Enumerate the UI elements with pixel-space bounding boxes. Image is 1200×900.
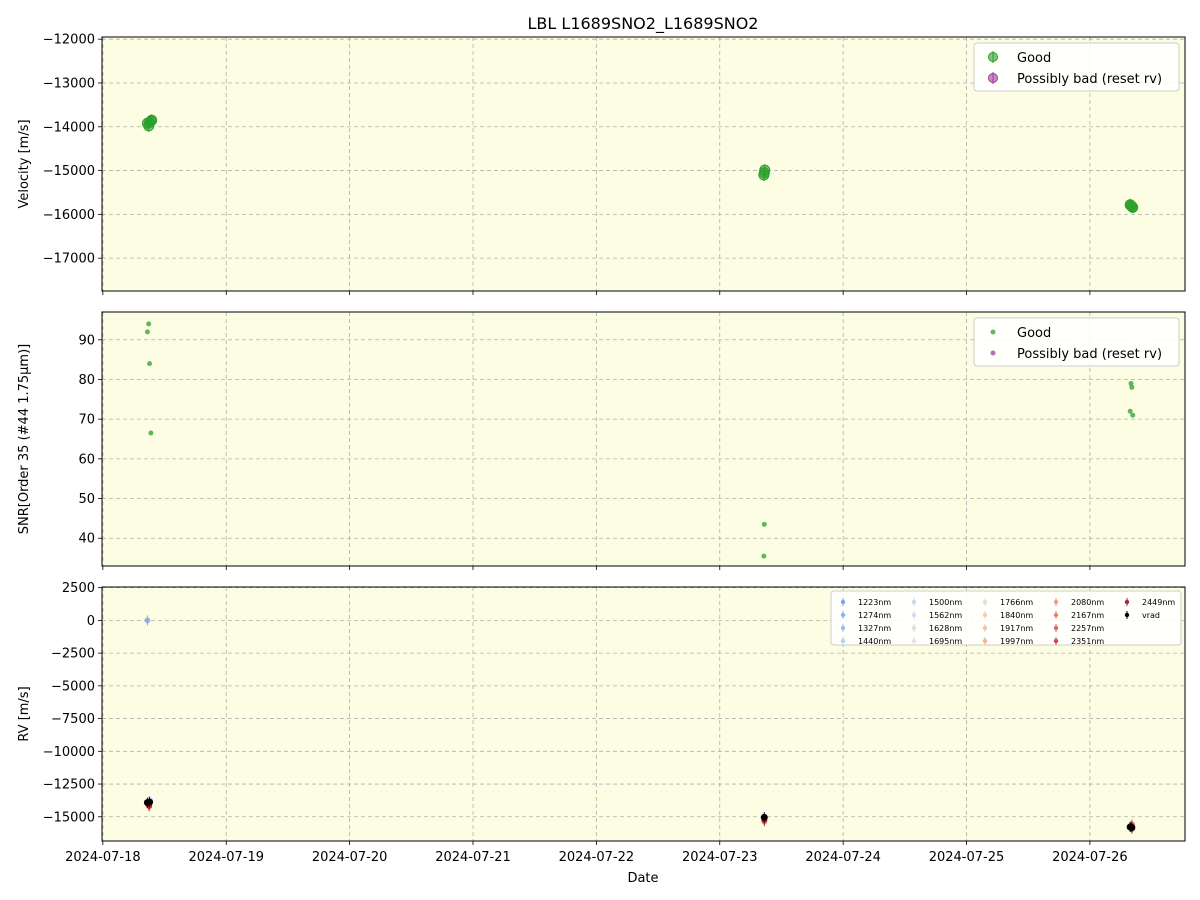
legend-marker	[840, 638, 846, 644]
data-point	[1128, 824, 1136, 832]
y-tick-label: 80	[78, 373, 95, 388]
legend-label: Possibly bad (reset rv)	[1017, 347, 1162, 362]
y-tick-label: −13000	[43, 76, 95, 91]
legend-label: Good	[1017, 326, 1051, 341]
y-tick-label: −12000	[43, 33, 95, 48]
legend-marker	[990, 329, 996, 335]
snr-panel: 40 50 60 70 80 90 SNR[Order 35 (#44 1.75μm)] Go…	[17, 311, 1186, 570]
legend-label: 2351nm	[1071, 637, 1104, 646]
data-point	[1130, 412, 1136, 418]
legend-label: vrad	[1142, 611, 1160, 620]
legend-marker	[982, 612, 988, 618]
legend-marker	[911, 625, 917, 631]
legend-label: 1628nm	[929, 624, 962, 633]
legend-label: 2257nm	[1071, 624, 1104, 633]
data-point	[144, 617, 151, 624]
legend-marker	[840, 612, 846, 618]
y-tick-label: −16000	[43, 208, 95, 223]
legend-marker	[990, 350, 996, 356]
x-tick-label: 2024-07-19	[188, 850, 264, 865]
x-tick-label: 2024-07-23	[682, 850, 758, 865]
y-tick-label: −10000	[43, 745, 95, 760]
y-tick-label: 40	[78, 532, 95, 547]
x-tick-label: 2024-07-21	[435, 850, 511, 865]
figure: LBL L1689SNO2_L1689SNO2 −12000 −13000 −140…	[17, 14, 1186, 886]
y-tick-label: 50	[78, 492, 95, 507]
legend-marker	[911, 612, 917, 618]
x-tick-label: 2024-07-24	[805, 850, 881, 865]
y-tick-label: 90	[78, 333, 95, 348]
legend-marker	[982, 638, 988, 644]
legend-label: 1917nm	[1000, 624, 1033, 633]
legend-label: 1500nm	[929, 598, 962, 607]
legend-marker	[911, 638, 917, 644]
data-point	[759, 164, 771, 176]
legend-label: 1327nm	[858, 624, 891, 633]
y-tick-label: −2500	[51, 647, 95, 662]
x-tick-label: 2024-07-20	[312, 850, 388, 865]
data-point	[148, 430, 154, 436]
y-tick-label: −5000	[51, 679, 95, 694]
y-tick-label: −17000	[43, 252, 95, 267]
legend-marker	[1053, 599, 1059, 605]
data-point	[1129, 384, 1135, 390]
data-point	[147, 361, 153, 367]
data-point	[1127, 201, 1139, 213]
legend-label: 1223nm	[858, 598, 891, 607]
rv-panel: 2024-07-18 2024-07-19 2024-07-20 2024-07-21…	[17, 581, 1186, 865]
data-point	[146, 321, 152, 327]
data-point	[760, 813, 768, 821]
y-axis-label: Velocity [m/s]	[17, 119, 32, 208]
x-axis-label: Date	[627, 871, 658, 886]
legend-label: 1840nm	[1000, 611, 1033, 620]
legend-marker	[988, 73, 998, 83]
legend-marker	[1124, 599, 1130, 605]
y-tick-label: 60	[78, 452, 95, 467]
legend-label: 2080nm	[1071, 598, 1104, 607]
legend-marker	[911, 599, 917, 605]
y-axis-label: SNR[Order 35 (#44 1.75μm)]	[17, 344, 32, 535]
legend-label: 1766nm	[1000, 598, 1033, 607]
y-tick-label: −7500	[51, 712, 95, 727]
data-point	[146, 114, 158, 126]
data-point	[144, 329, 150, 335]
legend-marker	[982, 625, 988, 631]
legend-label: 1562nm	[929, 611, 962, 620]
y-tick-label: 0	[87, 614, 95, 629]
y-axis-label: RV [m/s]	[17, 686, 32, 741]
y-tick-label: −12500	[43, 778, 95, 793]
legend-label: 1274nm	[858, 611, 891, 620]
legend-label: 1695nm	[929, 637, 962, 646]
y-tick-label: −14000	[43, 120, 95, 135]
x-tick-label: 2024-07-18	[65, 850, 141, 865]
data-point	[146, 798, 154, 806]
legend-label: Possibly bad (reset rv)	[1017, 72, 1162, 87]
legend-marker	[840, 625, 846, 631]
legend-label: Good	[1017, 51, 1051, 66]
y-tick-label: −15000	[43, 810, 95, 825]
y-tick-label: −15000	[43, 164, 95, 179]
legend-label: 2167nm	[1071, 611, 1104, 620]
legend-marker	[1124, 612, 1130, 618]
legend-label: 1440nm	[858, 637, 891, 646]
velocity-panel: −12000 −13000 −14000 −15000 −16000 −17000 Velo…	[17, 33, 1186, 295]
legend-marker	[982, 599, 988, 605]
chart-title: LBL L1689SNO2_L1689SNO2	[528, 14, 759, 34]
x-tick-label: 2024-07-25	[929, 850, 1005, 865]
x-tick-label: 2024-07-22	[559, 850, 635, 865]
legend-label: 1997nm	[1000, 637, 1033, 646]
legend-marker	[840, 599, 846, 605]
legend-marker	[1053, 612, 1059, 618]
x-tick-label: 2024-07-26	[1052, 850, 1128, 865]
legend-marker	[1053, 625, 1059, 631]
data-point	[761, 521, 767, 527]
legend-marker	[988, 52, 998, 62]
legend-label: 2449nm	[1142, 598, 1175, 607]
y-tick-label: 2500	[62, 581, 95, 596]
data-point	[761, 553, 767, 559]
legend-marker	[1053, 638, 1059, 644]
y-tick-label: 70	[78, 413, 95, 428]
